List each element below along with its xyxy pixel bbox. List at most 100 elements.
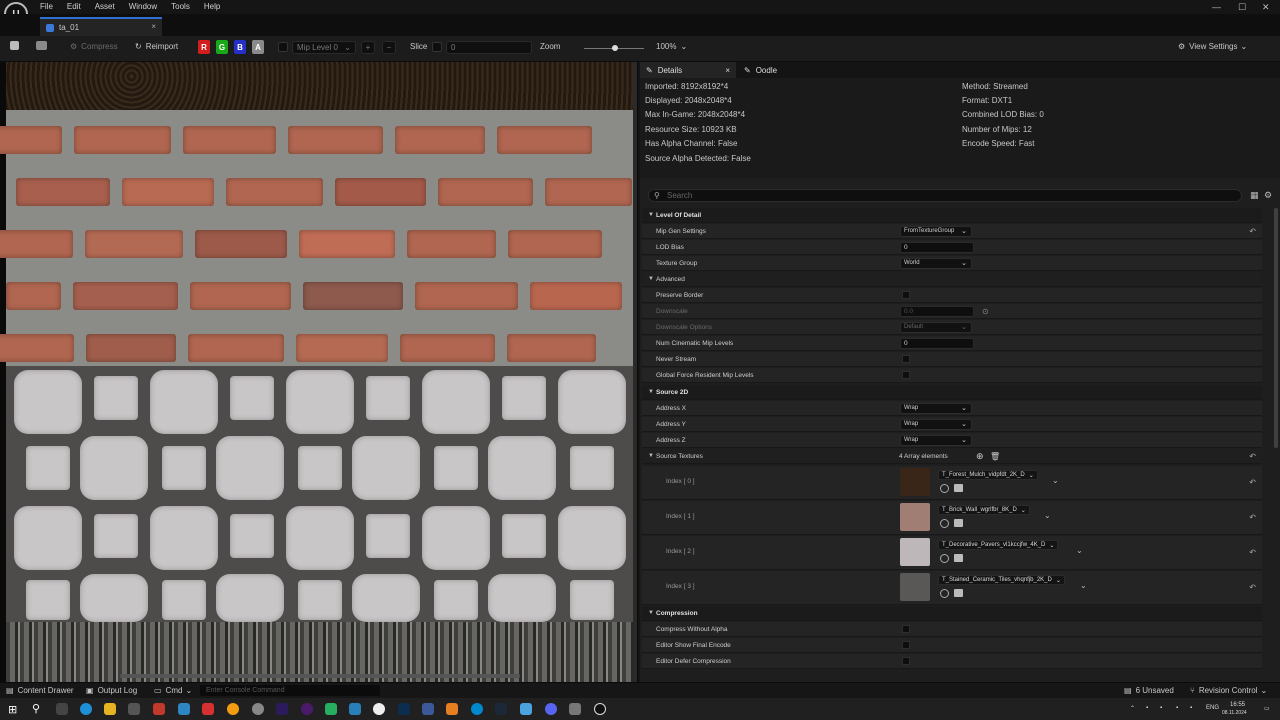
defer-compression-checkbox[interactable] xyxy=(902,657,910,665)
expand-chevron-icon[interactable]: ⌄ xyxy=(1052,476,1059,485)
texture-thumbnail[interactable] xyxy=(900,573,930,601)
notification-icon[interactable]: ▭ xyxy=(1264,705,1270,712)
telegram-icon[interactable] xyxy=(471,703,483,715)
minimize-icon[interactable]: — xyxy=(1212,2,1221,12)
tray-icon[interactable]: ▪ xyxy=(1146,705,1148,711)
details-scrollbar[interactable] xyxy=(1274,208,1278,448)
expand-chevron-icon[interactable]: ⌄ xyxy=(1080,581,1087,590)
app-icon[interactable] xyxy=(301,703,313,715)
address-y-dropdown[interactable]: Wrap ⌄ xyxy=(900,418,972,430)
app-icon[interactable] xyxy=(227,703,239,715)
downscale-input[interactable]: 0.0 xyxy=(900,305,974,317)
texture-asset-dropdown[interactable]: T_Decorative_Pavers_vl1kccjfw_4K_D ⌄ xyxy=(938,540,1059,550)
network-icon[interactable]: ▪ xyxy=(1176,705,1178,711)
steam-icon[interactable] xyxy=(495,703,507,715)
delete-elements-icon[interactable]: 🗑 xyxy=(990,452,1000,461)
volume-icon[interactable]: ▪ xyxy=(1190,705,1192,711)
app-icon[interactable] xyxy=(202,703,214,715)
output-log-button[interactable]: ▣ Output Log xyxy=(86,686,137,695)
unsaved-button[interactable]: ▤ 6 Unsaved xyxy=(1124,686,1174,695)
windows-start-icon[interactable]: ⊞ xyxy=(8,703,17,716)
browse-folder-icon[interactable] xyxy=(954,589,963,597)
reset-icon[interactable]: ↶ xyxy=(1249,513,1256,522)
channel-b-button[interactable]: B xyxy=(234,40,246,54)
menu-asset[interactable]: Asset xyxy=(95,2,115,11)
menu-file[interactable]: File xyxy=(40,2,53,11)
discord-icon[interactable] xyxy=(545,703,557,715)
channel-r-button[interactable]: R xyxy=(198,40,210,54)
mip-level-dropdown[interactable]: Mip Level 0 ⌄ xyxy=(292,41,356,54)
texture-thumbnail[interactable] xyxy=(900,538,930,566)
mip-checkbox[interactable] xyxy=(278,42,288,52)
menu-help[interactable]: Help xyxy=(204,2,220,11)
reset-icon[interactable]: ↶ xyxy=(1249,227,1256,236)
reset-icon[interactable]: ↶ xyxy=(1249,452,1256,461)
never-stream-checkbox[interactable] xyxy=(902,355,910,363)
reset-icon[interactable]: ↶ xyxy=(1249,478,1256,487)
num-cinematic-input[interactable]: 0 xyxy=(900,337,974,349)
yandex-icon[interactable] xyxy=(373,703,385,715)
reset-icon[interactable]: ↶ xyxy=(1249,583,1256,592)
close-window-icon[interactable]: ✕ xyxy=(1262,2,1270,13)
channel-a-button[interactable]: A xyxy=(252,40,264,54)
premiere-icon[interactable] xyxy=(276,703,288,715)
viewport-vertical-scrollbar[interactable] xyxy=(633,62,637,682)
app-icon[interactable] xyxy=(520,703,532,715)
row-source-textures[interactable]: ▼ Source Textures 4 Array elements ⊕ 🗑 ↶ xyxy=(642,449,1262,464)
app-icon[interactable] xyxy=(325,703,337,715)
slice-input[interactable]: 0 xyxy=(446,41,532,54)
tab-details[interactable]: ✎ Details × xyxy=(640,62,736,78)
app-icon[interactable] xyxy=(569,703,581,715)
unreal-taskbar-icon[interactable] xyxy=(594,703,606,715)
tray-chevron-icon[interactable]: ⌃ xyxy=(1130,705,1135,712)
photoshop-icon[interactable] xyxy=(398,703,410,715)
menu-edit[interactable]: Edit xyxy=(67,2,81,11)
use-selected-icon[interactable] xyxy=(940,554,949,563)
tab-oodle[interactable]: ✎ Oodle xyxy=(738,62,777,78)
category-advanced[interactable]: ▼ Advanced xyxy=(642,272,1262,287)
mip-gen-dropdown[interactable]: FromTextureGroup ⌄ xyxy=(900,225,972,237)
preserve-border-checkbox[interactable] xyxy=(902,291,910,299)
clock-time[interactable]: 16:55 xyxy=(1230,702,1245,708)
texture-asset-dropdown[interactable]: T_Forest_Mulch_vidpfdt_2K_D ⌄ xyxy=(938,470,1038,480)
downscale-options-dropdown[interactable]: Default ⌄ xyxy=(900,321,972,333)
browse-folder-icon[interactable] xyxy=(954,519,963,527)
search-icon[interactable]: ⚲ xyxy=(32,702,40,715)
texture-asset-dropdown[interactable]: T_Stained_Ceramic_Tiles_vhqnfjb_2K_D ⌄ xyxy=(938,575,1065,585)
downscale-toggle-icon[interactable]: ⊙ xyxy=(982,307,989,316)
texture-asset-dropdown[interactable]: T_Brick_Wall_wgrlfbr_8K_D ⌄ xyxy=(938,505,1030,515)
mip-plus-button[interactable]: + xyxy=(361,41,375,54)
category-source-2d[interactable]: ▼ Source 2D xyxy=(642,385,1262,400)
use-selected-icon[interactable] xyxy=(940,589,949,598)
tab-details-close-icon[interactable]: × xyxy=(725,66,730,75)
menu-window[interactable]: Window xyxy=(129,2,157,11)
browse-folder-icon[interactable] xyxy=(954,484,963,492)
reset-icon[interactable]: ↶ xyxy=(1249,548,1256,557)
lod-bias-input[interactable]: 0 xyxy=(900,241,974,253)
app-icon[interactable] xyxy=(349,703,361,715)
table-view-icon[interactable]: ▦ xyxy=(1250,190,1259,201)
compress-button[interactable]: ⚙ Compress xyxy=(70,42,118,51)
document-tab[interactable]: ta_01 × xyxy=(40,17,162,36)
expand-chevron-icon[interactable]: ⌄ xyxy=(1044,511,1051,520)
app-icon[interactable] xyxy=(178,703,190,715)
address-z-dropdown[interactable]: Wrap ⌄ xyxy=(900,434,972,446)
language-indicator[interactable]: ENG xyxy=(1206,705,1219,711)
app-icon[interactable] xyxy=(446,703,458,715)
add-element-icon[interactable]: ⊕ xyxy=(976,451,984,462)
global-force-checkbox[interactable] xyxy=(902,371,910,379)
app-64-icon[interactable] xyxy=(153,703,165,715)
content-drawer-button[interactable]: ▤ Content Drawer xyxy=(6,686,74,695)
menu-tools[interactable]: Tools xyxy=(171,2,190,11)
clock-date[interactable]: 08.11.2024 xyxy=(1222,710,1247,716)
cmd-dropdown[interactable]: ▭ Cmd ⌄ xyxy=(154,686,192,695)
zoom-slider-handle[interactable] xyxy=(612,45,618,51)
channel-g-button[interactable]: G xyxy=(216,40,228,54)
expand-chevron-icon[interactable]: ⌄ xyxy=(1076,546,1083,555)
address-x-dropdown[interactable]: Wrap ⌄ xyxy=(900,402,972,414)
zoom-value-dropdown[interactable]: 100% ⌄ xyxy=(656,42,687,51)
app-icon[interactable] xyxy=(422,703,434,715)
texture-viewport[interactable] xyxy=(0,62,638,682)
texture-group-dropdown[interactable]: World ⌄ xyxy=(900,257,972,269)
explorer-icon[interactable] xyxy=(104,703,116,715)
